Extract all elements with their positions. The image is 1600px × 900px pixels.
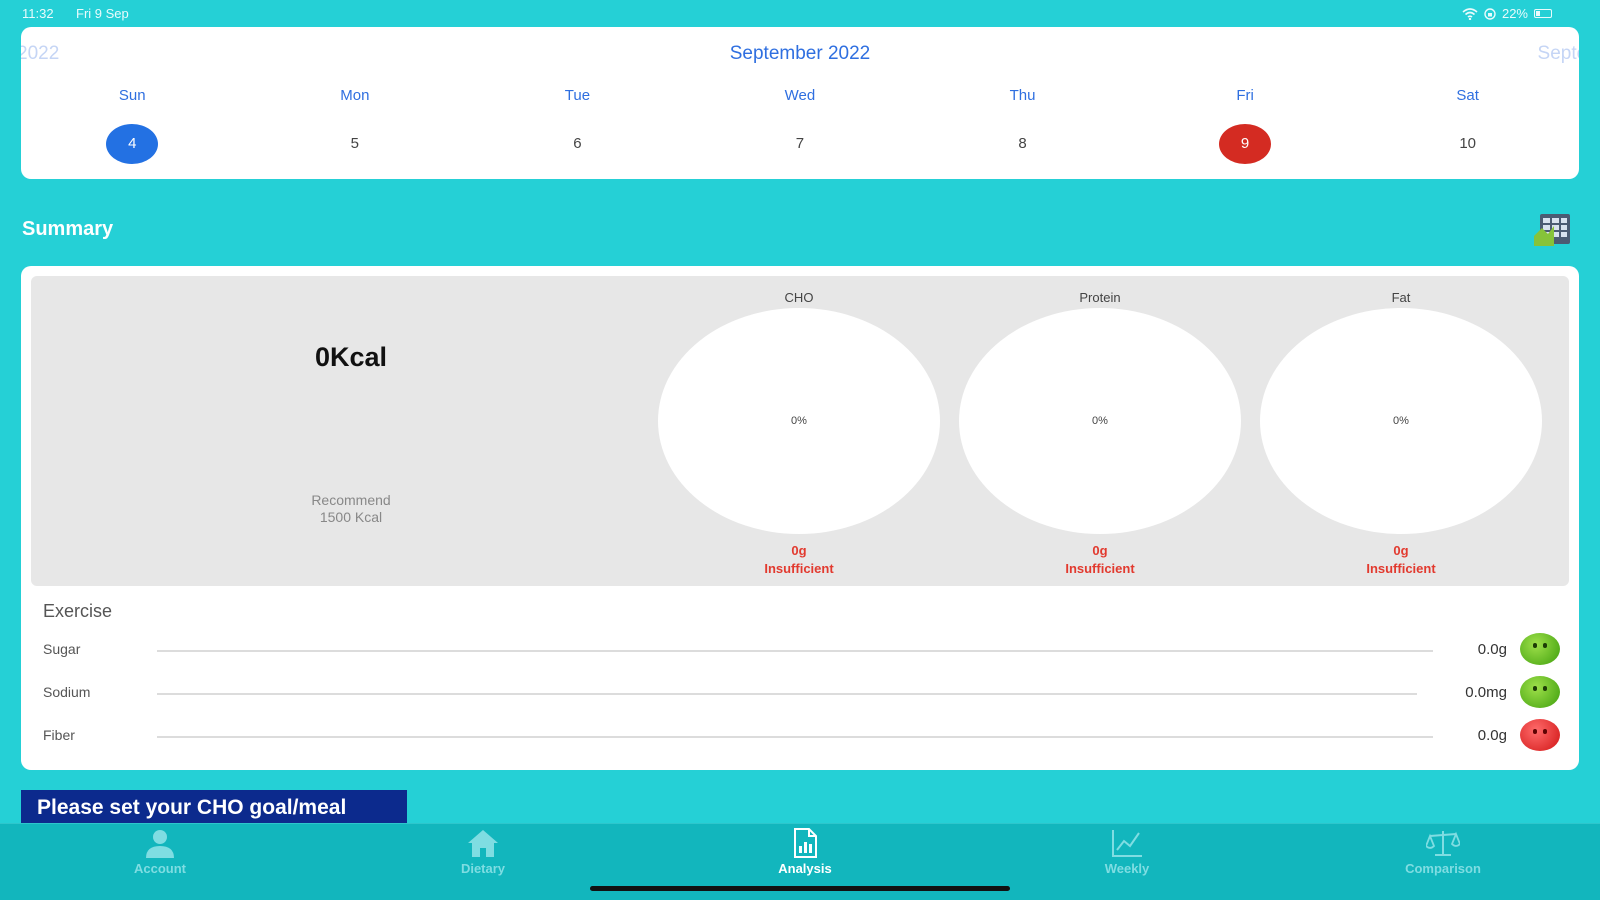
tab-comparison[interactable]: Comparison (1363, 824, 1523, 876)
macro-pie-chart: 0% (1260, 308, 1542, 534)
tab-label: Comparison (1405, 861, 1481, 876)
macro-amount: 0g Insufficient (657, 542, 941, 578)
macro-grams: 0g (1092, 543, 1108, 558)
summary-title: Summary (22, 218, 114, 240)
scale-icon (1426, 831, 1460, 856)
nutrient-value: 0.0mg (1465, 684, 1507, 701)
exercise-title: Exercise (43, 601, 113, 621)
document-icon (794, 828, 817, 858)
nutrient-progress-track (157, 693, 1417, 695)
macro-fat: Fat 0% 0g Insufficient (1259, 276, 1543, 578)
tab-analysis[interactable]: Analysis (725, 824, 885, 876)
macro-amount: 0g Insufficient (958, 542, 1242, 578)
day-number[interactable]: 9 (1219, 124, 1272, 164)
day-name: Fri (1236, 87, 1254, 104)
day-number[interactable]: 8 (997, 124, 1049, 164)
calendar-days: Sun 4 Mon 5 Tue 6 Wed 7 Thu 8 Fri 9 Sat … (21, 87, 1579, 164)
day-name: Tue (564, 87, 591, 104)
wifi-icon (1462, 7, 1478, 20)
macro-grams: 0g (791, 543, 807, 558)
status-date: Fri 9 Sep (76, 6, 129, 21)
macro-label: Protein (1079, 290, 1121, 305)
day-number[interactable]: 4 (106, 124, 159, 164)
calendar-day[interactable]: Sat 10 (1356, 87, 1579, 164)
home-indicator (590, 886, 1010, 891)
nutrient-value: 0.0g (1477, 727, 1507, 744)
week-calendar[interactable]: 2022 September 2022 Septem Sun 4 Mon 5 T… (21, 27, 1579, 179)
recommend-value: 1500 Kcal (319, 509, 383, 525)
nutrient-row-sugar: Sugar 0.0g (43, 629, 1560, 669)
day-number[interactable]: 10 (1442, 124, 1494, 164)
current-month-label: September 2022 (729, 43, 871, 64)
tab-account[interactable]: Account (80, 824, 240, 876)
tab-label: Analysis (778, 861, 832, 876)
nutrient-row-sodium: Sodium 0.0mg (43, 672, 1560, 712)
macro-label: CHO (784, 290, 814, 305)
status-time: 11:32 (22, 6, 54, 21)
calendar-day[interactable]: Mon 5 (244, 87, 467, 164)
set-cho-goal-button[interactable]: Please set your CHO goal/meal (21, 790, 407, 824)
macro-pie-chart: 0% (658, 308, 940, 534)
status-bar: 11:32 Fri 9 Sep 22% (0, 0, 1600, 26)
calendar-day[interactable]: Tue 6 (466, 87, 689, 164)
day-number[interactable]: 5 (329, 124, 381, 164)
orientation-lock-icon (1484, 7, 1496, 20)
nutrition-panel: 0Kcal Recommend 1500 Kcal CHO 0% 0g Insu… (31, 276, 1569, 586)
calendar-day[interactable]: Wed 7 (689, 87, 912, 164)
day-name: Sun (118, 87, 146, 104)
tab-label: Weekly (1104, 861, 1150, 876)
macro-status: Insufficient (764, 561, 834, 576)
battery-percent: 22% (1501, 6, 1528, 21)
nutrient-label: Fiber (43, 727, 75, 743)
status-icons: 22% (1462, 6, 1552, 21)
report-icon[interactable] (1532, 212, 1574, 248)
day-name: Sat (1456, 87, 1479, 104)
nutrient-value: 0.0g (1477, 641, 1507, 658)
summary-card: 0Kcal Recommend 1500 Kcal CHO 0% 0g Insu… (21, 266, 1579, 770)
macro-status: Insufficient (1366, 561, 1436, 576)
macro-pie-chart: 0% (959, 308, 1241, 534)
tab-label: Dietary (460, 861, 506, 876)
macro-status: Insufficient (1065, 561, 1135, 576)
tab-dietary[interactable]: Dietary (403, 824, 563, 876)
day-number[interactable]: 7 (774, 124, 826, 164)
calendar-day[interactable]: Sun 4 (21, 87, 244, 164)
tab-weekly[interactable]: Weekly (1047, 824, 1207, 876)
day-name: Mon (340, 87, 370, 104)
nutrient-label: Sodium (43, 684, 91, 700)
macro-percent: 0% (1092, 415, 1108, 427)
macro-percent: 0% (1393, 415, 1409, 427)
next-month-label[interactable]: Septem (1538, 43, 1579, 65)
nutrient-progress-track (157, 650, 1433, 652)
macro-label: Fat (1391, 290, 1411, 305)
person-icon (146, 830, 174, 858)
happy-face-icon (1520, 676, 1560, 708)
macro-protein: Protein 0% 0g Insufficient (958, 276, 1242, 578)
chart-icon (1112, 830, 1142, 857)
macro-percent: 0% (791, 415, 807, 427)
calendar-day[interactable]: Thu 8 (911, 87, 1134, 164)
recommend-label: Recommend (311, 492, 391, 508)
tab-label: Account (134, 861, 186, 876)
nutrient-row-fiber: Fiber 0.0g (43, 715, 1560, 755)
kcal-value: 0Kcal (314, 342, 388, 372)
nutrient-label: Sugar (43, 641, 81, 657)
sad-face-icon (1520, 719, 1560, 751)
home-icon (468, 830, 498, 857)
day-name: Wed (784, 87, 816, 104)
macro-amount: 0g Insufficient (1259, 542, 1543, 578)
day-name: Thu (1009, 87, 1036, 104)
battery-icon (1534, 9, 1552, 18)
macro-grams: 0g (1393, 543, 1409, 558)
nutrient-progress-track (157, 736, 1433, 738)
macro-cho: CHO 0% 0g Insufficient (657, 276, 941, 578)
day-number[interactable]: 6 (551, 124, 603, 164)
recommend-kcal: Recommend 1500 Kcal (31, 492, 671, 526)
calendar-day[interactable]: Fri 9 (1134, 87, 1357, 164)
happy-face-icon (1520, 633, 1560, 665)
